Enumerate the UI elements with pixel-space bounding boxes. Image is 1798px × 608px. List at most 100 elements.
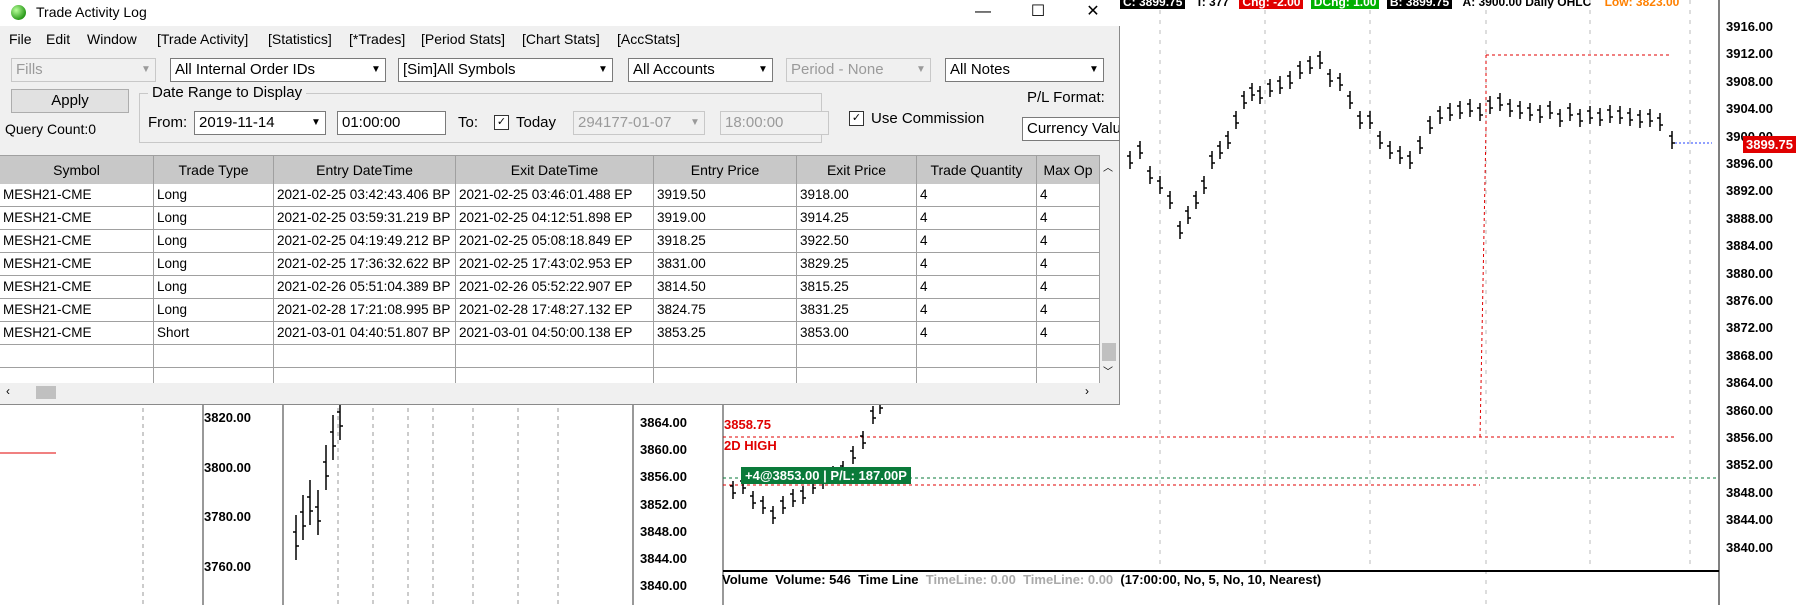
- scroll-down-icon[interactable]: ﹀: [1103, 363, 1113, 378]
- date-range-label: Date Range to Display: [148, 84, 307, 101]
- column-header[interactable]: Max Op: [1037, 156, 1100, 184]
- vertical-scrollbar[interactable]: ︿ ﹀: [1100, 155, 1118, 383]
- to-time-input[interactable]: 18:00:00: [720, 111, 829, 135]
- column-header[interactable]: Symbol: [0, 156, 154, 184]
- table-row[interactable]: MESH21-CME Long 2021-02-25 17:36:32.622 BP…: [0, 253, 1100, 276]
- table-row[interactable]: MESH21-CME Long 2021-02-25 04:19:49.212 BP…: [0, 230, 1100, 253]
- from-time-input[interactable]: 01:00:00: [337, 111, 446, 135]
- table-cell: 4: [917, 230, 1037, 253]
- fills-dropdown[interactable]: Fills ▼: [11, 58, 156, 82]
- menu-trades[interactable]: [*Trades]: [349, 31, 405, 47]
- h-scroll-thumb[interactable]: [36, 386, 56, 399]
- menu-period-stats[interactable]: [Period Stats]: [421, 31, 505, 47]
- axis-tick-label: 3912.00: [1726, 46, 1773, 62]
- timeline-params: (17:00:00, No, 5, No, 10, Nearest): [1120, 572, 1322, 587]
- table-cell: 3824.75: [654, 299, 797, 322]
- table-cell: 3853.00: [797, 322, 917, 345]
- timeline-value-1: TimeLine: 0.00: [925, 572, 1016, 587]
- maximize-button[interactable]: ☐: [1015, 0, 1061, 26]
- menu-statistics[interactable]: [Statistics]: [268, 31, 332, 47]
- table-cell: [917, 368, 1037, 384]
- volume-value: Volume: 546: [775, 572, 851, 587]
- minimize-button[interactable]: —: [960, 0, 1006, 26]
- axis-tick-label: 3884.00: [1726, 238, 1773, 254]
- axis-tick-label: 3852.00: [640, 496, 687, 512]
- menu-chart-stats[interactable]: [Chart Stats]: [522, 31, 600, 47]
- table-cell: Long: [154, 207, 274, 230]
- table-cell: Short: [154, 322, 274, 345]
- scroll-thumb[interactable]: [1102, 343, 1116, 361]
- table-row[interactable]: [0, 345, 1100, 368]
- table-row[interactable]: MESH21-CME Long 2021-02-28 17:21:08.995 BP…: [0, 299, 1100, 322]
- table-row[interactable]: MESH21-CME Long 2021-02-26 05:51:04.389 BP…: [0, 276, 1100, 299]
- column-header[interactable]: Trade Quantity: [917, 156, 1037, 184]
- axis-tick-label: 3800.00: [204, 459, 251, 475]
- order-ids-dropdown[interactable]: All Internal Order IDs ▼: [170, 58, 386, 82]
- title-bar[interactable]: Trade Activity Log — ☐ ✕: [0, 0, 1120, 26]
- table-cell: 2021-03-01 04:40:51.807 BP: [274, 322, 456, 345]
- left-pane-bars: [293, 395, 343, 560]
- table-cell: MESH21-CME: [0, 322, 154, 345]
- axis-tick-label: 3852.00: [1726, 457, 1773, 473]
- to-date-picker[interactable]: 294177-01-07 ▼: [573, 111, 705, 135]
- symbols-dropdown[interactable]: [Sim]All Symbols ▼: [398, 58, 613, 82]
- table-cell: 3814.50: [654, 276, 797, 299]
- fills-value: Fills: [16, 61, 43, 78]
- axis-tick-label: 3844.00: [640, 551, 687, 566]
- notes-dropdown[interactable]: All Notes ▼: [945, 58, 1104, 82]
- pl-format-dropdown[interactable]: Currency Value: [1022, 117, 1120, 141]
- table-cell: 2021-02-25 03:46:01.488 EP: [456, 184, 654, 207]
- use-commission-label: Use Commission: [871, 110, 985, 127]
- column-header[interactable]: Trade Type: [154, 156, 274, 184]
- column-header[interactable]: Entry Price: [654, 156, 797, 184]
- scroll-right-icon[interactable]: ›: [1085, 384, 1089, 398]
- table-cell: 2021-03-01 04:50:00.138 EP: [456, 322, 654, 345]
- today-label: Today: [516, 114, 557, 131]
- table-row[interactable]: MESH21-CME Long 2021-02-25 03:42:43.406 BP…: [0, 184, 1100, 207]
- timeline-value-2: TimeLine: 0.00: [1023, 572, 1114, 587]
- axis-tick-label: 3820.00: [204, 410, 251, 425]
- table-header: Symbol Trade Type Entry DateTime Exit DateT…: [0, 156, 1100, 184]
- menu-trade-activity[interactable]: [Trade Activity]: [157, 31, 248, 47]
- from-date-picker[interactable]: 2019-11-14 ▼: [194, 111, 326, 135]
- menu-file[interactable]: File: [9, 31, 32, 47]
- table-cell: [274, 368, 456, 384]
- position-label[interactable]: +4@3853.00 | P/L: 187.00P: [741, 467, 911, 484]
- trade-activity-log-window[interactable]: Trade Activity Log — ☐ ✕ File Edit Windo…: [0, 0, 1120, 405]
- menu-edit[interactable]: Edit: [46, 31, 70, 47]
- accounts-dropdown[interactable]: All Accounts ▼: [628, 58, 773, 82]
- table-cell: Long: [154, 184, 274, 207]
- table-cell: [1037, 368, 1100, 384]
- column-header[interactable]: Exit Price: [797, 156, 917, 184]
- last-price-tag: 3899.75: [1743, 136, 1796, 153]
- close-readout: C: 3899.75: [1120, 0, 1186, 9]
- chevron-down-icon: ▼: [758, 64, 768, 75]
- period-dropdown[interactable]: Period - None ▼: [786, 58, 931, 82]
- scroll-up-icon[interactable]: ︿: [1103, 159, 1113, 174]
- table-cell: 2021-02-28 17:48:27.132 EP: [456, 299, 654, 322]
- low-readout: Low: 3823.00: [1604, 0, 1680, 9]
- table-row[interactable]: MESH21-CME Short 2021-03-01 04:40:51.807 B…: [0, 322, 1100, 345]
- column-header[interactable]: Exit DateTime: [456, 156, 654, 184]
- table-cell: [654, 368, 797, 384]
- axis-tick-label: 3864.00: [640, 415, 687, 430]
- trades-table[interactable]: Symbol Trade Type Entry DateTime Exit DateT…: [0, 155, 1100, 384]
- window-title: Trade Activity Log: [36, 4, 147, 20]
- apply-button[interactable]: Apply: [11, 89, 129, 113]
- scroll-left-icon[interactable]: ‹: [6, 384, 10, 398]
- menu-window[interactable]: Window: [87, 31, 137, 47]
- table-row[interactable]: MESH21-CME Long 2021-02-25 03:59:31.219 BP…: [0, 207, 1100, 230]
- table-row[interactable]: [0, 368, 1100, 384]
- close-button[interactable]: ✕: [1070, 0, 1116, 26]
- axis-tick-label: 3876.00: [1726, 293, 1773, 308]
- use-commission-checkbox[interactable]: ✓: [849, 111, 864, 126]
- today-checkbox[interactable]: ✓: [494, 115, 509, 130]
- table-cell: MESH21-CME: [0, 230, 154, 253]
- column-header[interactable]: Entry DateTime: [274, 156, 456, 184]
- table-cell: 2021-02-26 05:52:22.907 EP: [456, 276, 654, 299]
- menu-acc-stats[interactable]: [AccStats]: [617, 31, 680, 47]
- table-cell: 2021-02-25 04:12:51.898 EP: [456, 207, 654, 230]
- horizontal-scrollbar[interactable]: ‹ ›: [0, 383, 1100, 401]
- axis-tick-label: 3848.00: [640, 523, 687, 539]
- table-cell: [917, 345, 1037, 368]
